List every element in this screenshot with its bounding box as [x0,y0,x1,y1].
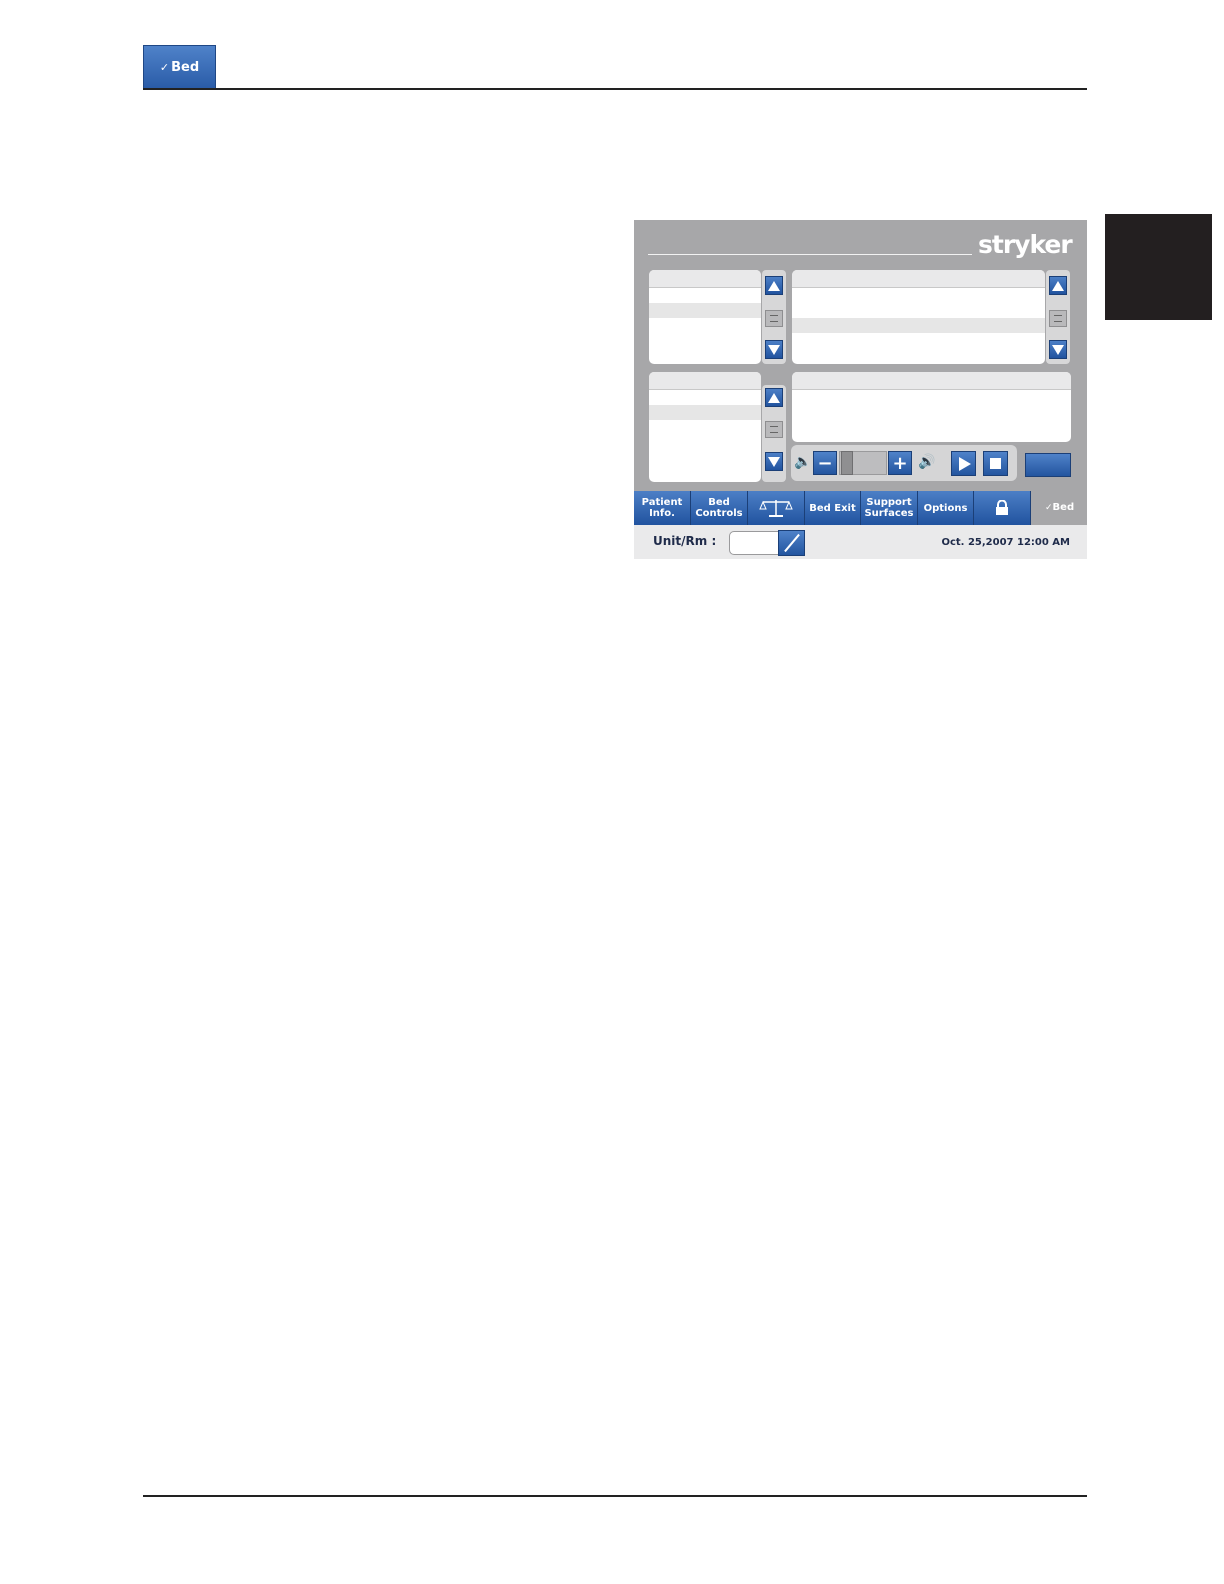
volume-slider-thumb[interactable] [841,451,853,475]
scroll-down-button[interactable] [1049,340,1067,359]
scroll-down-button[interactable] [765,452,783,471]
scroll-thumb[interactable] [1049,310,1067,327]
scroll-down-button[interactable] [765,340,783,359]
list-panel-bottom-left[interactable] [649,372,761,482]
arrow-down-icon [768,456,780,467]
tab-options[interactable]: Options [918,491,974,525]
list-item[interactable] [792,318,1045,333]
unit-room-label: Unit/Rm : [653,534,717,548]
bed-logo: ✓Bed [1045,502,1074,513]
list-item[interactable] [649,420,761,435]
play-icon [959,456,971,471]
chapter-side-tab [1105,214,1212,320]
list-item[interactable] [649,318,761,333]
tab-lock[interactable] [974,491,1031,525]
arrow-up-icon [1052,280,1064,291]
list-item[interactable] [649,390,761,405]
list-item[interactable] [792,288,1045,303]
bed-badge-label: Bed [171,59,200,75]
tab-label: Patient Info. [641,497,683,519]
edit-unit-button[interactable] [778,530,805,556]
tab-bed-controls[interactable]: Bed Controls [691,491,748,525]
lock-icon [996,500,1008,515]
status-bar: Unit/Rm : Oct. 25,2007 12:00 AM [634,525,1087,559]
play-button[interactable] [951,451,976,476]
audio-controls: 🔈 − + 🔊 [791,445,1017,481]
arrow-up-icon [768,280,780,291]
tab-support-surfaces[interactable]: Support Surfaces [861,491,918,525]
header-rule [143,88,1087,90]
list-panel-top-left[interactable] [649,270,761,364]
info-panel-bottom-right [792,372,1071,442]
tab-patient-info[interactable]: Patient Info. [634,491,691,525]
scroll-thumb[interactable] [765,310,783,327]
tab-label: Support Surfaces [864,497,914,519]
scroll-up-button[interactable] [765,276,783,295]
list-header [649,270,761,288]
tab-label: Bed Exit [809,502,856,514]
tab-bed-exit[interactable]: Bed Exit [805,491,861,525]
list-panel-top-right[interactable] [792,270,1045,364]
plus-icon: + [892,452,908,474]
arrow-down-icon [768,344,780,355]
bed-logo-label: Bed [1052,502,1075,513]
stop-button[interactable] [983,451,1008,476]
pencil-icon [783,533,800,553]
unit-room-input[interactable] [729,531,781,555]
bed-badge: ✓ Bed [143,45,216,89]
grip-icon [770,315,778,322]
volume-down-button[interactable]: − [813,451,837,475]
scroll-up-button[interactable] [1049,276,1067,295]
title-line [648,254,972,255]
scrollbar-bottom-left[interactable] [762,385,786,482]
list-item[interactable] [649,303,761,318]
brand-logo: stryker [978,230,1073,259]
tab-label: Bed Controls [695,497,743,519]
list-item[interactable] [792,303,1045,318]
footer-rule [143,1495,1087,1497]
list-header [792,270,1045,288]
arrow-up-icon [768,392,780,403]
grip-icon [1054,315,1062,322]
scale-icon [759,500,793,517]
arrow-down-icon [1052,344,1064,355]
bed-logo-icon: ✓ [159,60,170,74]
panel-header [792,372,1071,390]
tab-scale[interactable] [748,491,805,525]
speaker-low-icon: 🔈 [794,454,812,470]
action-button[interactable] [1025,453,1071,477]
minus-icon: − [817,452,833,474]
scroll-up-button[interactable] [765,388,783,407]
date-time: Oct. 25,2007 12:00 AM [941,537,1070,548]
device-screen: stryker 🔈 − + 🔊 Patient Info. Bed Contro… [634,220,1087,559]
list-item[interactable] [649,405,761,420]
grip-icon [770,426,778,433]
scroll-thumb[interactable] [765,421,783,438]
list-header [649,372,761,390]
speaker-high-icon: 🔊 [918,454,936,470]
volume-up-button[interactable]: + [888,451,912,475]
tab-label: Options [923,502,968,514]
stop-icon [990,458,1001,469]
list-item[interactable] [649,288,761,303]
scrollbar-top-right[interactable] [1046,270,1070,364]
nav-bar: Patient Info. Bed Controls Bed Exit Supp… [634,491,1087,525]
bed-logo-icon: ✓ [1045,503,1053,513]
scrollbar-top-left[interactable] [762,270,786,364]
